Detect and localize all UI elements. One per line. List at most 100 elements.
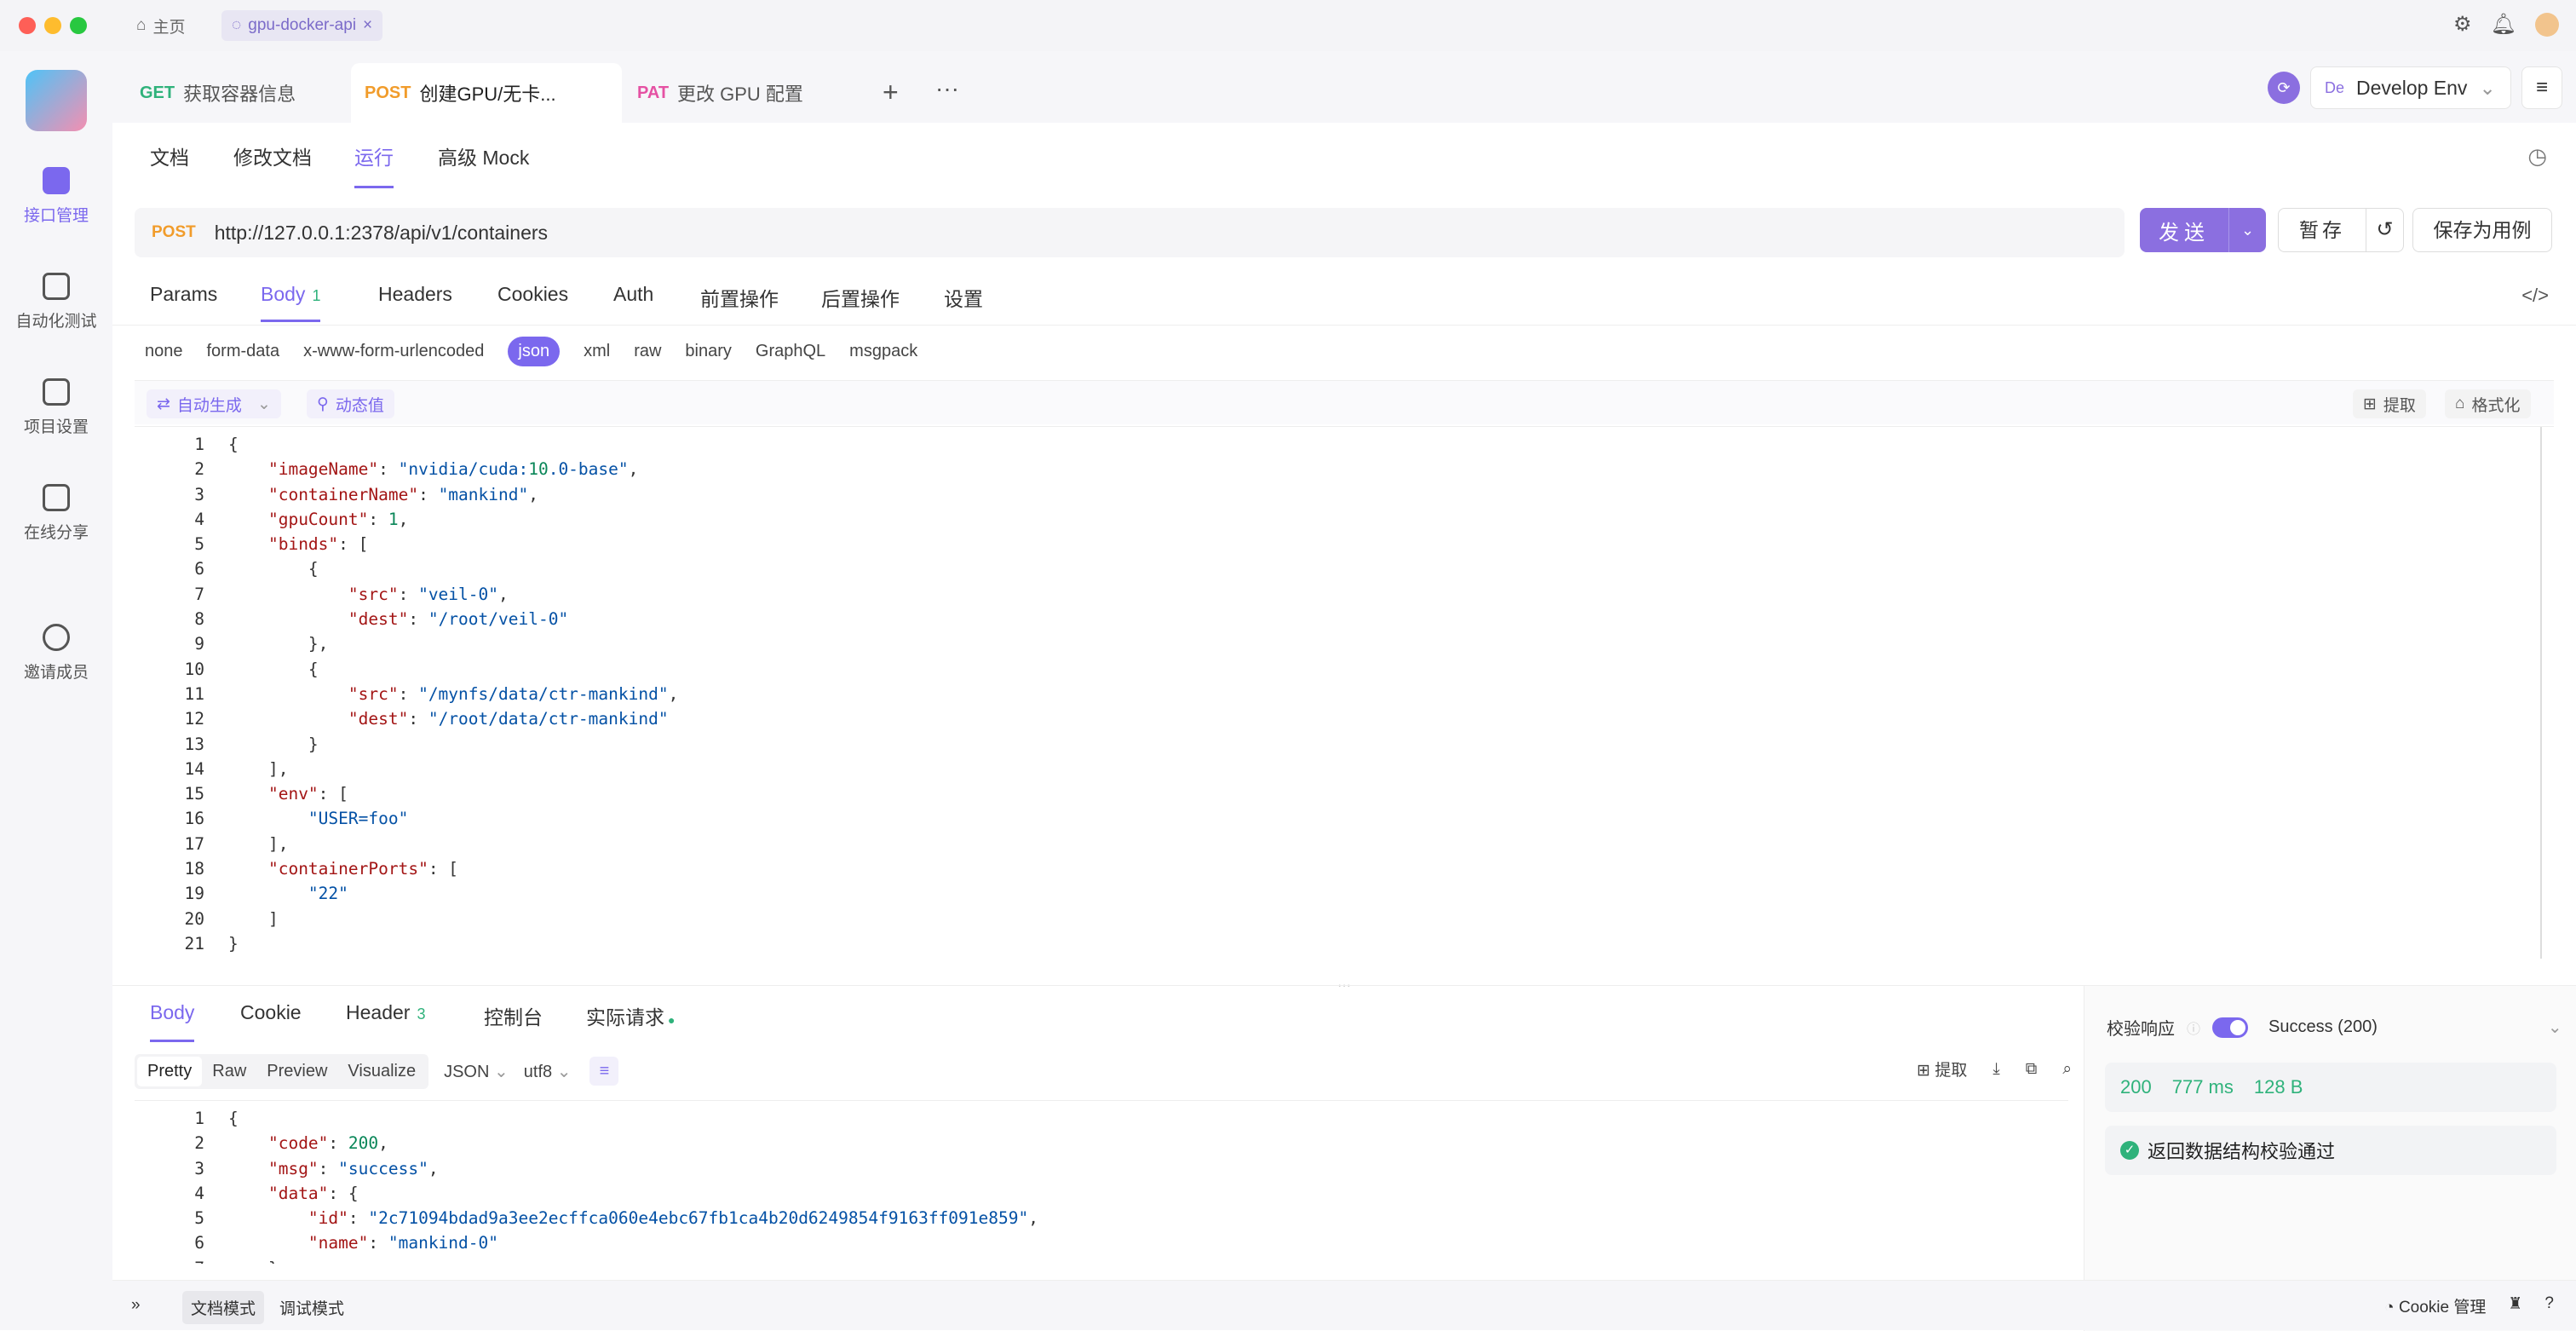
body-type-json[interactable]: json [508, 336, 561, 366]
close-tab-icon[interactable]: × [363, 16, 372, 35]
request-code-line[interactable]: "binds": [ [228, 532, 678, 556]
tab-settings[interactable]: 设置 [944, 283, 983, 326]
user-avatar[interactable] [2535, 12, 2559, 37]
reset-undo-icon[interactable]: ↺ [2366, 208, 2404, 252]
sidebar-item-invite[interactable]: 邀请成员 [0, 624, 112, 683]
body-type-graphql[interactable]: GraphQL [756, 342, 825, 361]
maximize-window-button[interactable] [70, 17, 87, 34]
view-pretty[interactable]: Pretty [137, 1056, 203, 1086]
format-button[interactable]: ⌂ 格式化 [2445, 389, 2531, 418]
body-type-binary[interactable]: binary [685, 342, 731, 361]
response-body-code[interactable]: { "code": 200, "msg": "success", "data":… [228, 1106, 1038, 1264]
request-tab-patch[interactable]: PAT 更改 GPU 配置 [624, 63, 817, 123]
request-code-line[interactable]: "containerPorts": [ [228, 856, 678, 881]
tab-post-actions[interactable]: 后置操作 [821, 283, 900, 326]
tab-response-header[interactable]: Header 3 [346, 1001, 425, 1040]
request-tab-post[interactable]: POST 创建GPU/无卡... [351, 63, 622, 123]
request-code-line[interactable]: { [228, 432, 678, 457]
auto-generate-button[interactable]: ⇄ 自动生成 ⌄ [147, 389, 281, 418]
tab-response-body[interactable]: Body [150, 1001, 195, 1042]
cookie-manager-button[interactable]: ◔ Cookie 管理 [2384, 1294, 2486, 1317]
help-icon[interactable]: ? [2544, 1294, 2554, 1317]
response-code-line[interactable]: { [228, 1106, 1038, 1131]
editor-scrollbar[interactable] [2540, 427, 2542, 959]
tab-headers[interactable]: Headers [378, 283, 452, 320]
code-view-icon[interactable]: </> [2521, 285, 2549, 307]
body-type-msgpack[interactable]: msgpack [849, 342, 917, 361]
menu-hamburger-icon[interactable]: ≡ [2521, 66, 2562, 109]
body-type-none[interactable]: none [145, 342, 183, 361]
tab-pre-actions[interactable]: 前置操作 [700, 283, 779, 326]
tab-run[interactable]: 运行 [354, 141, 394, 188]
download-icon[interactable]: ⤓ [1992, 1060, 1999, 1079]
expand-panel-icon[interactable]: » [123, 1291, 149, 1320]
tab-auth[interactable]: Auth [613, 283, 653, 320]
request-body-editor[interactable]: 1 2 3 4 5 6 7 8 9 10 11 12 13 14 15 16 17 18 19 20 21 { "ima… [135, 426, 2554, 959]
extract-button[interactable]: ⊞ 提取 [2353, 389, 2426, 418]
add-tab-plus-icon[interactable]: + [883, 77, 899, 108]
sidebar-item-api-management[interactable]: 接口管理 [0, 167, 112, 226]
doc-mode-button[interactable]: 文档模式 [182, 1291, 265, 1324]
tab-body[interactable]: Body 1 [261, 283, 321, 322]
sidebar-item-project-settings[interactable]: 项目设置 [0, 378, 112, 437]
shirt-icon[interactable]: ♜ [2508, 1294, 2522, 1317]
encoding-select[interactable]: utf8 ⌄ [524, 1061, 572, 1082]
save-as-case-button[interactable]: 保存为用例 [2412, 208, 2552, 252]
search-icon[interactable]: ⌕ [2062, 1060, 2072, 1079]
environment-select[interactable]: De Develop Env ⌄ [2310, 66, 2511, 109]
request-code-line[interactable]: { [228, 556, 678, 581]
request-code-line[interactable]: "dest": "/root/veil-0" [228, 607, 678, 631]
request-code-line[interactable]: "22" [228, 881, 678, 906]
tab-advanced-mock[interactable]: 高级 Mock [438, 141, 529, 186]
debug-mode-button[interactable]: 调试模式 [271, 1291, 353, 1324]
response-code-line[interactable]: "id": "2c71094bdad9a3ee2ecffca060e4ebc67… [228, 1206, 1038, 1230]
validate-toggle[interactable] [2212, 1017, 2249, 1038]
home-tab[interactable]: ⌂ 主页 [126, 10, 196, 41]
minimize-window-button[interactable] [44, 17, 61, 34]
body-type-urlencoded[interactable]: x-www-form-urlencoded [303, 342, 484, 361]
response-code-line[interactable]: "data": { [228, 1181, 1038, 1206]
tab-doc[interactable]: 文档 [150, 141, 189, 186]
wrap-lines-icon[interactable]: ≡ [589, 1057, 619, 1086]
request-code-line[interactable]: }, [228, 631, 678, 656]
project-tab[interactable]: ◌ gpu-docker-api × [221, 10, 383, 41]
request-code-line[interactable]: } [228, 732, 678, 757]
tab-edit-doc[interactable]: 修改文档 [233, 141, 312, 186]
save-draft-button[interactable]: 暂存 [2278, 208, 2366, 252]
send-dropdown-chevron-icon[interactable]: ⌄ [2228, 208, 2266, 252]
request-body-code[interactable]: { "imageName": "nvidia/cuda:10.0-base", … [228, 432, 678, 956]
response-code-line[interactable]: } [228, 1256, 1038, 1264]
tab-cookies[interactable]: Cookies [497, 283, 568, 320]
response-code-line[interactable]: "msg": "success", [228, 1156, 1038, 1181]
response-code-line[interactable]: "name": "mankind-0" [228, 1230, 1038, 1255]
settings-gear-icon[interactable]: ⚙ [2453, 12, 2472, 37]
notification-bell-icon[interactable]: 🔔︎ [2491, 12, 2516, 37]
view-preview[interactable]: Preview [256, 1057, 337, 1086]
extract-button[interactable]: ⊞ 提取 [1917, 1057, 1967, 1080]
sidebar-item-automation[interactable]: 自动化测试 [0, 273, 112, 331]
close-window-button[interactable] [19, 17, 36, 34]
tab-response-cookie[interactable]: Cookie [240, 1001, 302, 1040]
tab-console[interactable]: 控制台 [484, 1001, 543, 1046]
request-code-line[interactable]: "gpuCount": 1, [228, 507, 678, 532]
request-tab-get[interactable]: GET 获取容器信息 [126, 63, 309, 123]
request-code-line[interactable]: { [228, 657, 678, 682]
body-type-form-data[interactable]: form-data [207, 342, 280, 361]
method-select[interactable]: POST [152, 223, 196, 242]
history-icon[interactable]: ◷ [2527, 143, 2547, 170]
request-code-line[interactable]: "env": [ [228, 781, 678, 806]
request-code-line[interactable]: "dest": "/root/data/ctr-mankind" [228, 706, 678, 731]
chevron-down-icon[interactable]: ⌄ [257, 395, 271, 414]
url-input[interactable]: POST http://127.0.0.1:2378/api/v1/contai… [135, 208, 2125, 257]
response-code-line[interactable]: "code": 200, [228, 1131, 1038, 1155]
request-code-line[interactable]: "src": "veil-0", [228, 582, 678, 607]
body-type-raw[interactable]: raw [634, 342, 661, 361]
tab-params[interactable]: Params [150, 283, 217, 320]
url-text[interactable]: http://127.0.0.1:2378/api/v1/containers [215, 222, 548, 245]
validate-status-select[interactable]: Success (200) [2268, 1017, 2378, 1037]
request-code-line[interactable]: ], [228, 832, 678, 856]
view-raw[interactable]: Raw [202, 1057, 256, 1086]
body-type-xml[interactable]: xml [584, 342, 610, 361]
request-code-line[interactable]: "containerName": "mankind", [228, 482, 678, 507]
view-visualize[interactable]: Visualize [337, 1057, 426, 1086]
